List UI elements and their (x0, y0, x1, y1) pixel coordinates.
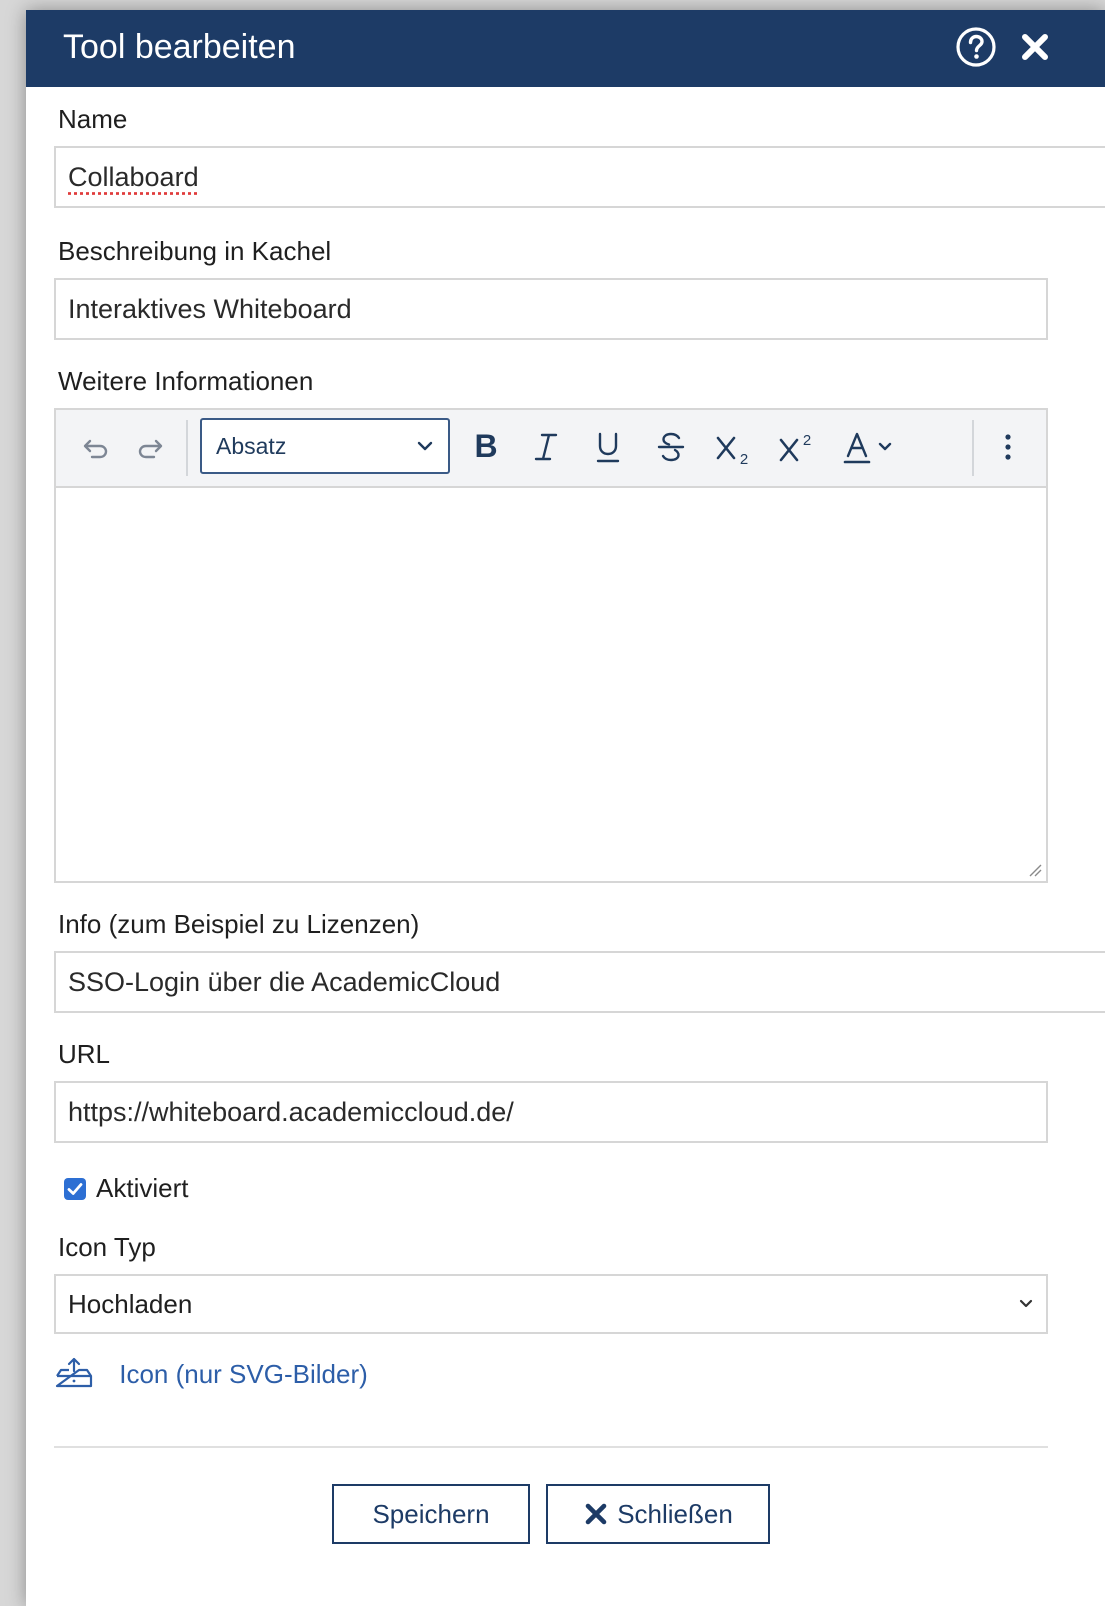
activated-label[interactable]: Aktiviert (96, 1172, 188, 1204)
close-icon[interactable] (1016, 28, 1054, 66)
block-format-select[interactable]: Absatz (200, 418, 450, 474)
edit-tool-dialog: Tool bearbeiten Name Collaboard Beschrei… (26, 10, 1105, 1606)
description-label: Beschreibung in Kachel (58, 236, 332, 266)
chevron-down-icon (1019, 1299, 1033, 1308)
chevron-down-icon (417, 441, 433, 451)
dialog-title: Tool bearbeiten (63, 28, 296, 66)
close-button[interactable]: Schließen (546, 1484, 770, 1544)
description-input[interactable]: Interaktives Whiteboard (54, 278, 1048, 340)
superscript-icon[interactable]: 2 (776, 424, 816, 470)
url-input[interactable]: https://whiteboard.academiccloud.de/ (54, 1081, 1048, 1143)
block-format-value: Absatz (216, 433, 287, 459)
bold-icon[interactable]: B (468, 424, 504, 470)
name-label: Name (58, 104, 128, 134)
icon-upload-link[interactable]: Icon (nur SVG-Bilder) (54, 1354, 368, 1394)
icon-type-value: Hochladen (68, 1289, 193, 1319)
save-button[interactable]: Speichern (332, 1484, 530, 1544)
italic-icon[interactable] (528, 424, 564, 470)
undo-icon[interactable] (76, 424, 112, 470)
upload-tray-icon (55, 1357, 93, 1388)
info-label: Info (zum Beispiel zu Lizenzen) (58, 909, 420, 939)
help-circle-icon[interactable] (955, 26, 997, 68)
resize-handle-icon[interactable] (1028, 863, 1042, 877)
footer-divider (54, 1446, 1048, 1448)
icon-upload-label: Icon (nur SVG-Bilder) (119, 1359, 368, 1389)
rich-text-editor: Absatz B 2 2 (54, 408, 1048, 883)
close-button-label: Schließen (617, 1499, 733, 1529)
editor-toolbar: Absatz B 2 2 (56, 410, 1046, 488)
dialog-titlebar: Tool bearbeiten (26, 10, 1105, 87)
svg-text:2: 2 (803, 432, 811, 449)
more-info-label: Weitere Informationen (58, 366, 314, 396)
name-input[interactable]: Collaboard (54, 146, 1105, 208)
toolbar-divider (186, 420, 188, 476)
icon-type-select[interactable]: Hochladen (54, 1274, 1048, 1334)
icon-type-label: Icon Typ (58, 1232, 156, 1262)
toolbar-divider (972, 420, 974, 476)
editor-content-area[interactable] (56, 488, 1046, 881)
info-input[interactable]: SSO-Login über die AcademicCloud (54, 951, 1105, 1013)
redo-icon[interactable] (134, 424, 170, 470)
more-options-icon[interactable] (994, 424, 1022, 470)
svg-text:2: 2 (740, 451, 748, 468)
activated-checkbox[interactable] (64, 1178, 86, 1200)
name-value: Collaboard (68, 162, 199, 192)
strikethrough-icon[interactable] (653, 424, 689, 470)
text-color-icon[interactable] (842, 424, 910, 470)
svg-text:B: B (474, 428, 497, 464)
close-icon (585, 1503, 607, 1525)
subscript-icon[interactable]: 2 (713, 424, 753, 470)
url-label: URL (58, 1039, 111, 1069)
checkmark-icon (67, 1183, 83, 1195)
underline-icon[interactable] (590, 424, 626, 470)
